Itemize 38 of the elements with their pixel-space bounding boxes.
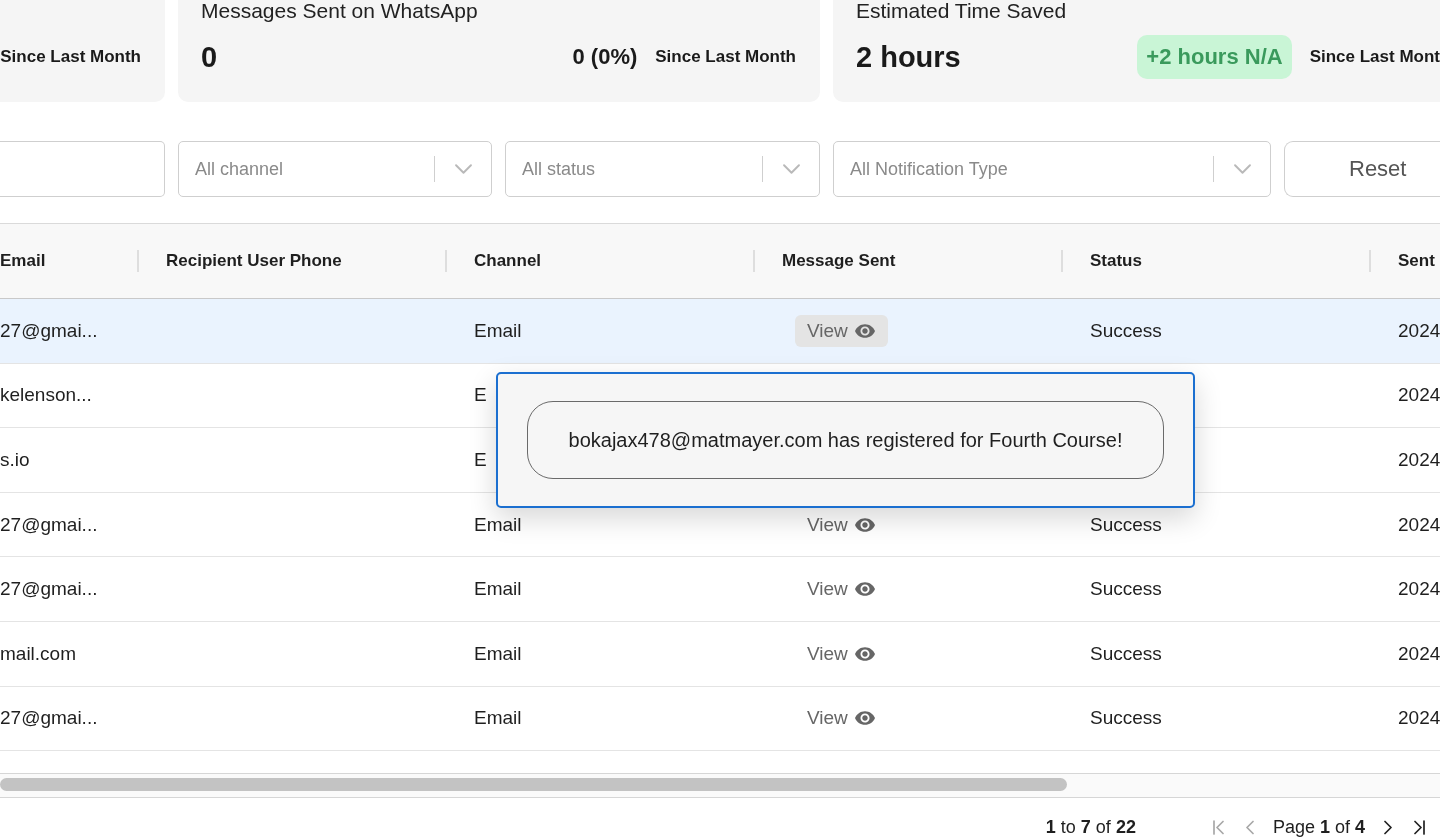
table-cell: 27@gmai... [0, 319, 98, 342]
table-cell: Email [474, 319, 522, 342]
card-caption: Since Last Month [655, 47, 796, 67]
table-cell: 27@gmai... [0, 578, 98, 601]
table-cell: 2024 [1398, 384, 1440, 407]
table-cell: Success [1090, 642, 1162, 665]
stat-value: 0 [201, 40, 218, 74]
table-cell: s.io [0, 449, 30, 471]
card-caption: Since Last Mont [1309, 47, 1440, 67]
card-caption: Since Last Month [0, 47, 141, 67]
table-cell: 2024 [1398, 513, 1440, 536]
table-cell: Success [1090, 319, 1162, 342]
table-cell: Email [474, 642, 522, 665]
message-bubble: bokajax478@matmayer.com has registered for Fourth Course! [527, 401, 1164, 479]
table-cell: 2024 [1398, 578, 1440, 601]
table-cell: Success [1090, 578, 1162, 601]
stat-value: 2 hours [856, 40, 961, 74]
table-cell: 27@gmai... [0, 707, 98, 730]
table-cell: 2024 [1398, 707, 1440, 730]
stat-change: 0 (0%) [572, 44, 638, 70]
table-cell: E [474, 384, 487, 407]
table-cell: 2024 [1398, 449, 1440, 471]
table-cell: 2024 [1398, 642, 1440, 665]
card-title: Messages Sent on WhatsApp [201, 0, 478, 22]
table-cell: Email [474, 707, 522, 730]
card-title: Estimated Time Saved [856, 0, 1067, 22]
table-cell: Email [474, 513, 522, 536]
table-cell: kelenson... [0, 384, 92, 407]
page-range: 1 to 7 of 22 [1045, 817, 1136, 837]
change-badge: +2 hours N/A [1137, 35, 1292, 79]
table-cell: mail.com [0, 642, 76, 665]
table-cell: 27@gmai... [0, 513, 98, 536]
table-cell: Email [474, 578, 522, 601]
table-cell: 2024 [1398, 319, 1440, 342]
table-cell: Success [1090, 513, 1162, 536]
table-cell: E [474, 449, 487, 471]
page-indicator: Page 1 of 4 [1272, 817, 1365, 837]
table-cell: Success [1090, 707, 1162, 730]
